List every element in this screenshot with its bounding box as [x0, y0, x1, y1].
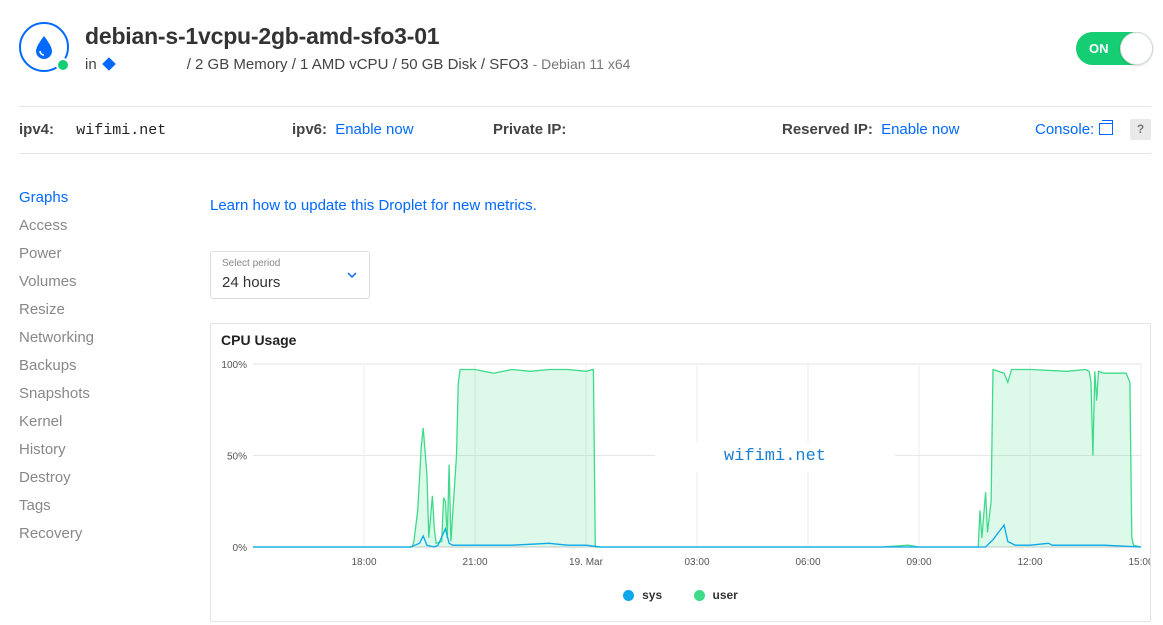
x-tick-label: 03:00 — [684, 557, 709, 568]
sidebar-item-destroy[interactable]: Destroy — [19, 467, 179, 495]
sidebar-item-power[interactable]: Power — [19, 243, 179, 271]
cpu-usage-chart: CPU Usage 0% 50% 100% 18:00 21:00 19. Mar 03:0… — [210, 323, 1151, 622]
power-toggle-label: ON — [1089, 41, 1109, 56]
ipv4-info: ipv4: wifimi.net — [19, 121, 166, 139]
specs-text: / 2 GB Memory / 1 AMD vCPU / 50 GB Disk … — [186, 56, 529, 73]
x-tick-label: 19. Mar — [569, 557, 604, 568]
legend-dot-sys — [623, 589, 635, 601]
sidebar-item-snapshots[interactable]: Snapshots — [19, 383, 179, 411]
reserved-ip-info: Reserved IP: Enable now — [782, 121, 959, 138]
legend-label-sys: sys — [642, 588, 663, 602]
sidebar-item-networking[interactable]: Networking — [19, 327, 179, 355]
period-select-label: Select period — [222, 258, 281, 269]
x-tick-label: 21:00 — [462, 557, 487, 568]
reserved-ip-label: Reserved IP: — [782, 121, 873, 138]
in-label: in — [85, 56, 97, 73]
ipv4-value[interactable]: wifimi.net — [76, 122, 166, 139]
legend-item-user[interactable]: user — [693, 588, 738, 602]
power-toggle[interactable]: ON — [1076, 32, 1153, 65]
sidebar-item-history[interactable]: History — [19, 439, 179, 467]
sidebar-item-backups[interactable]: Backups — [19, 355, 179, 383]
x-tick-label: 06:00 — [795, 557, 820, 568]
ipv4-label: ipv4: — [19, 121, 55, 138]
console-link[interactable]: Console: — [1035, 120, 1114, 138]
x-tick-label: 12:00 — [1017, 557, 1042, 568]
project-icon[interactable] — [101, 57, 116, 71]
reserved-ip-enable-link[interactable]: Enable now — [881, 121, 959, 138]
ipv6-label: ipv6: — [292, 121, 328, 138]
ipv6-info: ipv6: Enable now — [292, 121, 414, 138]
sidebar-item-resize[interactable]: Resize — [19, 299, 179, 327]
droplet-sidebar: Graphs Access Power Volumes Resize Netwo… — [19, 187, 179, 551]
console-label: Console: — [1035, 121, 1095, 138]
droplet-header: debian-s-1vcpu-2gb-amd-sfo3-01 in / 2 GB … — [19, 22, 1153, 82]
chart-legend: sys user — [211, 588, 1150, 604]
legend-label-user: user — [712, 588, 738, 602]
toggle-knob — [1120, 32, 1153, 65]
y-tick-label: 0% — [233, 543, 248, 554]
network-info-bar: ipv4: wifimi.net ipv6: Enable now Privat… — [19, 106, 1151, 154]
status-online-dot — [56, 58, 70, 72]
x-tick-label: 09:00 — [906, 557, 931, 568]
legend-dot-user — [693, 589, 705, 601]
sidebar-item-volumes[interactable]: Volumes — [19, 271, 179, 299]
ipv6-enable-link[interactable]: Enable now — [335, 121, 413, 138]
x-tick-label: 18:00 — [351, 557, 376, 568]
sidebar-item-kernel[interactable]: Kernel — [19, 411, 179, 439]
period-select[interactable]: Select period 24 hours — [210, 251, 370, 299]
x-tick-label: 15:00 — [1128, 557, 1150, 568]
private-ip-label: Private IP: — [493, 121, 567, 138]
y-tick-label: 100% — [221, 360, 247, 371]
help-button[interactable]: ? — [1130, 119, 1151, 140]
learn-metrics-link[interactable]: Learn how to update this Droplet for new… — [210, 197, 537, 214]
sidebar-item-access[interactable]: Access — [19, 215, 179, 243]
sidebar-item-graphs[interactable]: Graphs — [19, 187, 179, 215]
external-window-icon — [1099, 120, 1114, 135]
watermark-text: wifimi.net — [655, 442, 895, 472]
chart-plot: 0% 50% 100% 18:00 21:00 19. Mar 03:00 06:00 09:0… — [221, 360, 1150, 568]
sidebar-item-tags[interactable]: Tags — [19, 495, 179, 523]
private-ip-info: Private IP: — [493, 121, 566, 138]
droplet-name: debian-s-1vcpu-2gb-amd-sfo3-01 — [85, 23, 440, 49]
droplet-specs: in / 2 GB Memory / 1 AMD vCPU / 50 GB Dis… — [85, 56, 630, 73]
sidebar-item-recovery[interactable]: Recovery — [19, 523, 179, 551]
os-text: - Debian 11 x64 — [532, 56, 631, 72]
y-tick-label: 50% — [227, 452, 247, 463]
chevron-down-icon — [347, 272, 357, 279]
legend-item-sys[interactable]: sys — [623, 588, 662, 602]
period-select-value: 24 hours — [222, 274, 281, 291]
